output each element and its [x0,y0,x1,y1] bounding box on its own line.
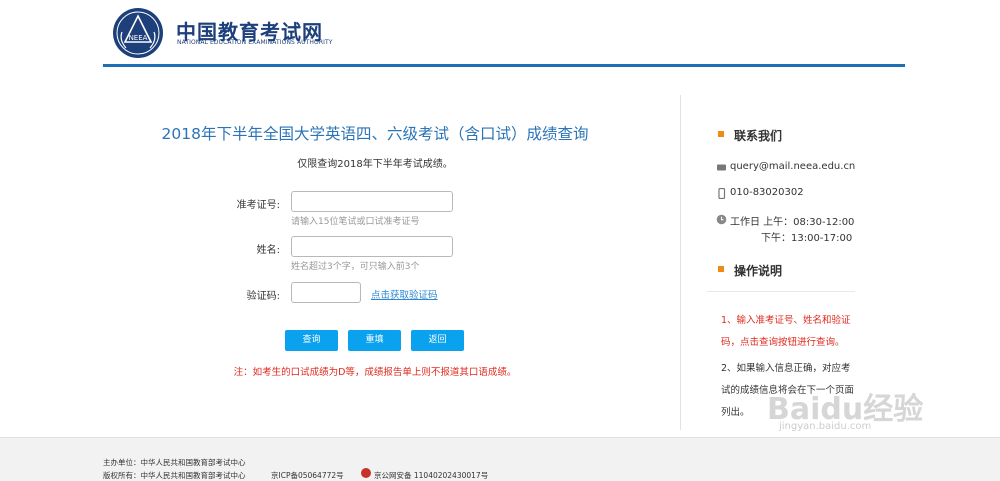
oral-exam-note: 注：如考生的口试成绩为D等，成绩报告单上则不报道其口语成绩。 [233,367,517,378]
captcha-label: 验证码: [246,291,280,302]
logo-text: NEEA [129,34,148,42]
email-icon [716,162,727,173]
exam-id-input[interactable] [291,191,453,212]
query-button[interactable]: 查询 [285,330,338,351]
footer-copyright: 版权所有：中华人民共和国教育部考试中心 [103,471,246,480]
baidu-watermark-url: jingyan.baidu.com [779,421,872,432]
name-label: 姓名: [256,245,280,256]
name-input[interactable] [291,236,453,257]
instruction-step-1: 1、输入准考证号、姓名和验证 码，点击查询按钮进行查询。 [721,310,851,354]
instructions-bullet [718,266,724,272]
instructions-divider [707,291,855,292]
back-button[interactable]: 返回 [411,330,464,351]
captcha-input[interactable] [291,282,361,303]
footer-police-link[interactable]: 京公网安备 11040202430017号 [374,470,488,481]
step-1-line-1: 1、输入准考证号、姓名和验证 [721,315,851,326]
step-1-line-2: 码，点击查询按钮进行查询。 [721,337,845,348]
contact-title: 联系我们 [734,129,783,143]
exam-id-hint: 请输入15位笔试或口试准考证号 [291,217,420,227]
neea-logo-emblem: NEEA [116,11,160,55]
phone-icon [716,187,727,200]
site-name-en: NATIONAL EDUCATION EXAMINATIONS AUTHORIT… [177,39,333,46]
contact-hours-morning: 工作日 上午：08:30-12:00 [730,217,855,228]
neea-logo[interactable]: NEEA [113,8,163,58]
contact-email[interactable]: query@mail.neea.edu.cn [730,161,855,172]
reset-button[interactable]: 重填 [348,330,401,351]
page-subtitle: 仅限查询2018年下半年考试成绩。 [297,159,453,170]
name-hint: 姓名超过3个字，可只输入前3个 [291,262,420,272]
footer-sponsor: 主办单位：中华人民共和国教育部考试中心 [103,458,246,467]
instructions-title: 操作说明 [734,264,783,278]
contact-bullet [718,131,724,137]
contact-phone: 010-83020302 [730,187,804,198]
clock-icon [716,214,727,225]
step-2-line-1: 2、如果输入信息正确，对应考 [721,363,851,374]
page-title: 2018年下半年全国大学英语四、六级考试（含口试）成绩查询 [161,125,589,143]
contact-hours-afternoon: 下午：13:00-17:00 [761,233,853,244]
exam-id-label: 准考证号: [236,200,280,211]
police-badge-icon [361,468,371,478]
footer-icp-link[interactable]: 京ICP备05064772号 [271,470,344,481]
header-divider [103,64,905,67]
get-captcha-link[interactable]: 点击获取验证码 [371,287,438,301]
column-divider [680,95,681,430]
